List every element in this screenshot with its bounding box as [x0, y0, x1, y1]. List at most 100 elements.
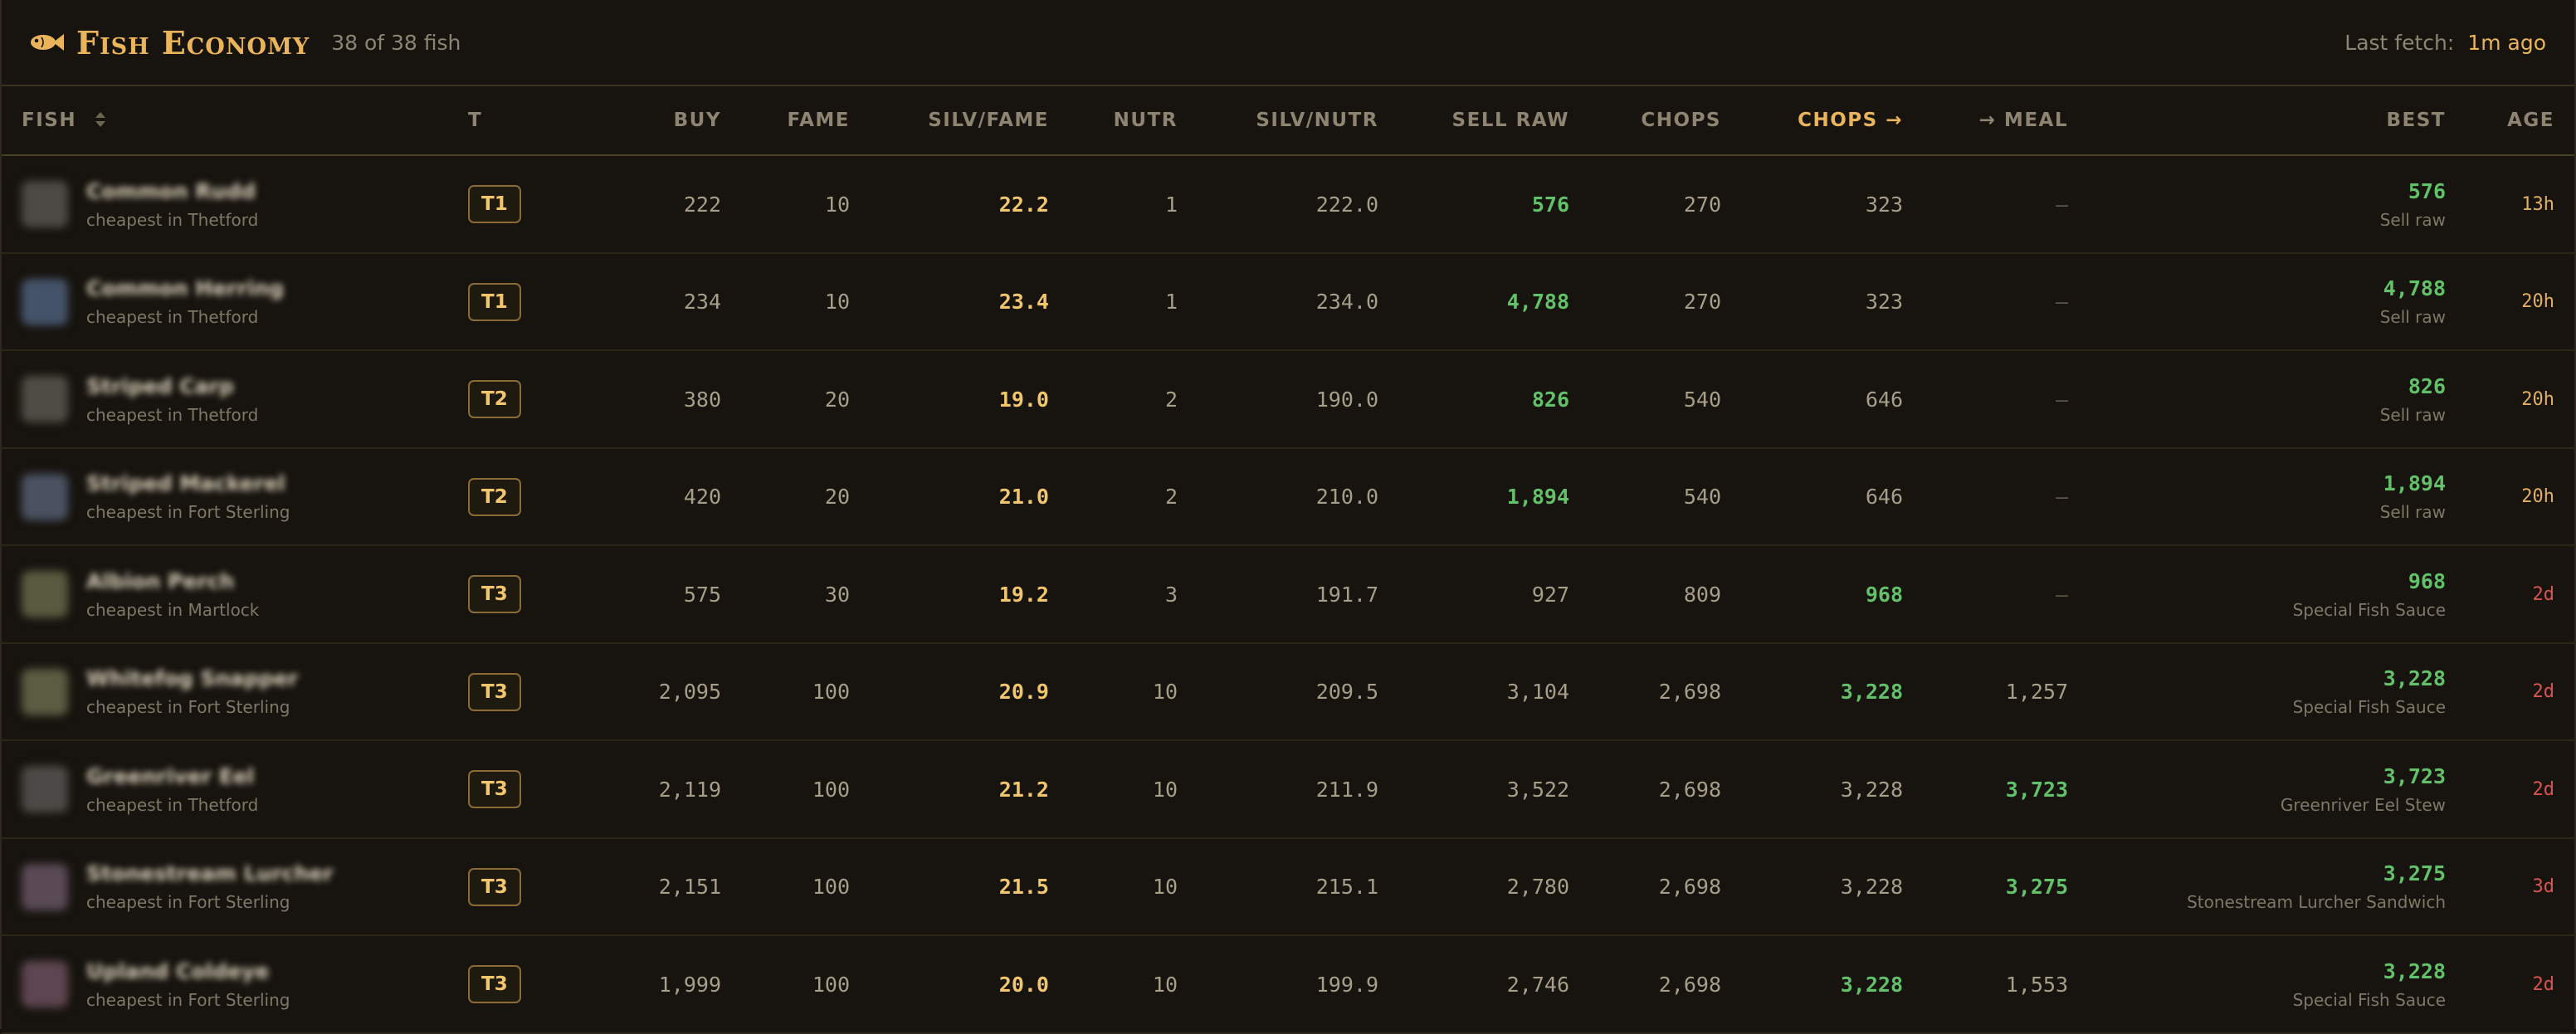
age-cell: 20h [2458, 254, 2554, 350]
chops-cell: 2,698 [1578, 936, 1721, 1032]
fame-cell: 100 [732, 644, 850, 740]
buy-cell: 2,095 [533, 644, 721, 740]
column-nutr[interactable]: NUTR [1064, 86, 1178, 154]
column-age[interactable]: AGE [2458, 86, 2554, 154]
chops-cell-value: 2,698 [1658, 680, 1721, 704]
nutr-cell-value: 2 [1164, 485, 1178, 509]
column-fish[interactable]: FISH [22, 86, 106, 154]
buy-cell: 380 [533, 351, 721, 447]
nutr-cell: 2 [1064, 351, 1178, 447]
silv-fame-cell-value: 19.0 [998, 387, 1049, 412]
tier-cell: T3 [468, 936, 521, 1032]
table-row[interactable]: Upland Coldeye cheapest in Fort Sterling T… [2, 936, 2574, 1034]
fish-name: Upland Coldeye [86, 958, 270, 983]
best-cell: 3,228 Special Fish Sauce [2126, 936, 2446, 1032]
meal-cell-value: 1,257 [2005, 680, 2068, 704]
best-value: 3,275 [2383, 861, 2446, 885]
fish-source: cheapest in Fort Sterling [86, 697, 290, 717]
nutr-cell: 10 [1064, 936, 1178, 1032]
meal-cell: 3,723 [1910, 741, 2068, 837]
fame-cell-value: 20 [824, 387, 850, 412]
fame-cell-value: 100 [812, 875, 850, 899]
fish-source: cheapest in Thetford [86, 307, 259, 327]
nutr-cell: 2 [1064, 449, 1178, 545]
fish-name: Whitefog Snapper [86, 666, 299, 690]
best-box: 3,228 Special Fish Sauce [2293, 959, 2446, 1010]
buy-cell: 575 [533, 546, 721, 642]
column-fame[interactable]: FAME [732, 86, 850, 154]
best-box: 826 Sell raw [2380, 374, 2446, 425]
silv-nutr-cell-value: 199.9 [1315, 972, 1378, 997]
buy-cell-value: 234 [683, 290, 721, 314]
column-sell-raw[interactable]: SELL RAW [1396, 86, 1569, 154]
sell-raw-cell-value: 927 [1531, 582, 1569, 607]
buy-cell-value: 2,119 [658, 777, 721, 802]
silv-fame-cell-value: 19.2 [998, 582, 1049, 607]
chops-cell-value: 270 [1683, 290, 1721, 314]
column-silv-fame[interactable]: SILV/FAME [865, 86, 1049, 154]
table-row[interactable]: Common Herring cheapest in Thetford T1 234 1… [2, 254, 2574, 351]
best-cell: 3,275 Stonestream Lurcher Sandwich [2126, 839, 2446, 935]
column-best[interactable]: BEST [2159, 86, 2446, 154]
table-row[interactable]: Stonestream Lurcher cheapest in Fort Ster… [2, 839, 2574, 936]
table-row[interactable]: Striped Mackerel cheapest in Fort Sterlin… [2, 449, 2574, 546]
fish-text: Stonestream Lurcher cheapest in Fort Ster… [86, 861, 334, 912]
buy-cell-value: 222 [683, 192, 721, 217]
tier-badge: T1 [468, 282, 521, 321]
sell-raw-cell: 576 [1396, 156, 1569, 252]
fish-thumbnail [22, 863, 68, 910]
table-row[interactable]: Striped Carp cheapest in Thetford T2 380 20 1… [2, 351, 2574, 449]
column-chops-to[interactable]: CHOPS → [1728, 86, 1903, 154]
buy-cell: 420 [533, 449, 721, 545]
table-row[interactable]: Common Rudd cheapest in Thetford T1 222 10 22… [2, 156, 2574, 254]
column-chops[interactable]: CHOPS [1578, 86, 1721, 154]
best-box: 4,788 Sell raw [2380, 276, 2446, 327]
fish-name: Albion Perch [86, 568, 235, 593]
fame-cell-value: 100 [812, 680, 850, 704]
nutr-cell: 10 [1064, 741, 1178, 837]
sell-raw-cell-value: 2,746 [1506, 972, 1569, 997]
column-buy[interactable]: BUY [533, 86, 721, 154]
chops-to-cell: 3,228 [1728, 839, 1903, 935]
nutr-cell: 10 [1064, 839, 1178, 935]
silv-fame-cell-value: 21.2 [998, 777, 1049, 802]
age-value: 2d [2532, 583, 2555, 605]
tier-badge: T3 [468, 672, 521, 711]
meal-cell-value: 3,723 [2005, 777, 2068, 802]
tier-badge: T1 [468, 185, 521, 223]
best-box: 3,275 Stonestream Lurcher Sandwich [2187, 861, 2446, 912]
chops-cell-value: 2,698 [1658, 875, 1721, 899]
meal-cell-value: 3,275 [2005, 875, 2068, 899]
buy-cell: 222 [533, 156, 721, 252]
table-header: FISH T BUY FAME SILV/FAME NUTR SILV/NUTR… [2, 86, 2574, 156]
chops-to-cell-value: 646 [1865, 485, 1903, 509]
fish-text: Striped Mackerel cheapest in Fort Sterlin… [86, 471, 290, 522]
fish-cell: Whitefog Snapper cheapest in Fort Sterlin… [22, 644, 453, 740]
nutr-cell-value: 10 [1152, 972, 1178, 997]
silv-nutr-cell: 210.0 [1197, 449, 1378, 545]
sort-icon[interactable] [95, 110, 106, 129]
fish-cell: Greenriver Eel cheapest in Thetford [22, 741, 453, 837]
fame-cell: 10 [732, 156, 850, 252]
best-box: 576 Sell raw [2380, 179, 2446, 230]
fish-name: Stonestream Lurcher [86, 861, 334, 885]
fish-cell: Stonestream Lurcher cheapest in Fort Ster… [22, 839, 453, 935]
table-row[interactable]: Greenriver Eel cheapest in Thetford T3 2,11… [2, 741, 2574, 839]
column-silv-nutr[interactable]: SILV/NUTR [1197, 86, 1378, 154]
best-label: Greenriver Eel Stew [2280, 794, 2446, 815]
nutr-cell: 1 [1064, 156, 1178, 252]
best-label: Special Fish Sauce [2292, 989, 2446, 1010]
fish-name: Common Herring [86, 276, 285, 300]
fame-cell: 100 [732, 839, 850, 935]
table-row[interactable]: Whitefog Snapper cheapest in Fort Sterlin… [2, 644, 2574, 741]
nutr-cell: 1 [1064, 254, 1178, 350]
best-cell: 968 Special Fish Sauce [2126, 546, 2446, 642]
best-label: Sell raw [2379, 404, 2446, 425]
meal-cell: — [1910, 449, 2068, 545]
fish-text: Striped Carp cheapest in Thetford [86, 374, 258, 425]
fame-cell-value: 10 [824, 290, 850, 314]
silv-fame-cell: 19.2 [865, 546, 1049, 642]
column-to-meal[interactable]: → MEAL [1910, 86, 2068, 154]
table-row[interactable]: Albion Perch cheapest in Martlock T3 575 30 1… [2, 546, 2574, 644]
column-tier[interactable]: T [468, 86, 482, 154]
